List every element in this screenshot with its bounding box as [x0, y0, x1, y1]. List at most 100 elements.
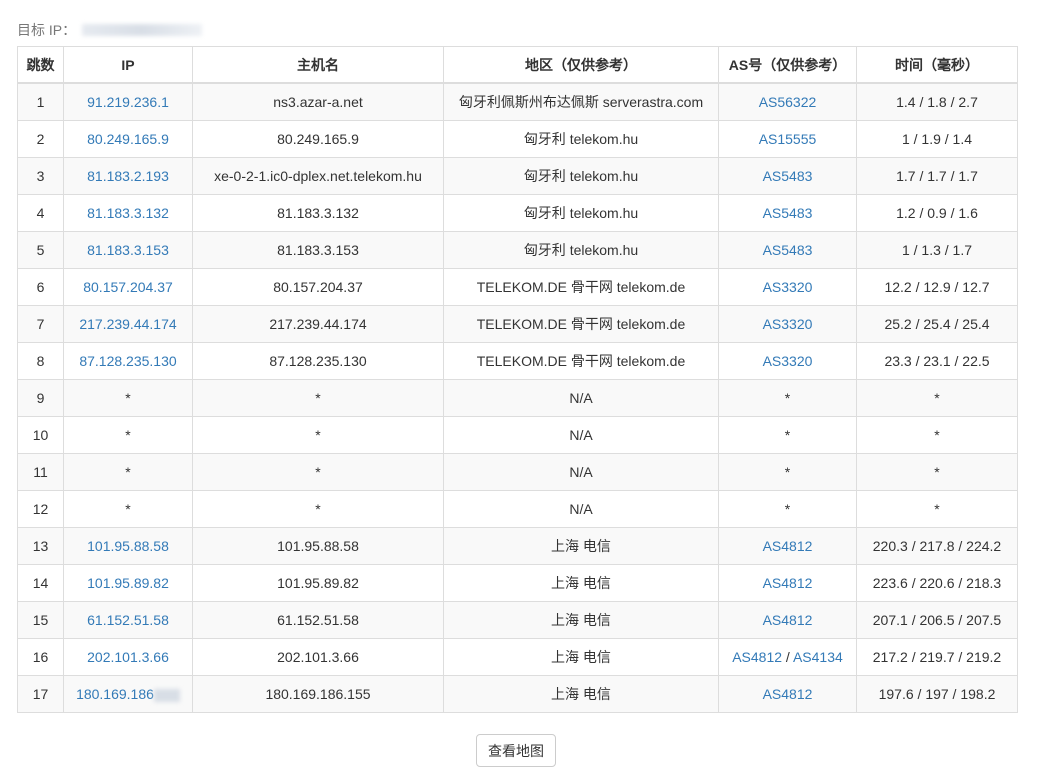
time-cell: *	[856, 490, 1018, 528]
ip-link[interactable]: 81.183.3.132	[87, 205, 169, 221]
latency: *	[934, 464, 940, 480]
hop-number: 7	[36, 316, 45, 332]
region: 上海 电信	[551, 575, 611, 591]
hop-number: 3	[36, 168, 45, 184]
time-cell: 207.1 / 206.5 / 207.5	[856, 601, 1018, 639]
table-row: 17 180.169.186 180.169.186.155 上海 电信 AS4812 1…	[17, 675, 1018, 713]
region: 匈牙利 telekom.hu	[523, 205, 639, 221]
latency: 207.1 / 206.5 / 207.5	[872, 612, 1002, 628]
hostname-cell: *	[192, 416, 444, 454]
ip-link[interactable]: 61.152.51.58	[87, 612, 169, 628]
ip-link[interactable]: 202.101.3.66	[87, 649, 169, 665]
latency: 12.2 / 12.9 / 12.7	[884, 279, 990, 295]
as-link[interactable]: AS5483	[763, 168, 813, 184]
as-link[interactable]: AS15555	[759, 131, 817, 147]
latency: 197.6 / 197 / 198.2	[878, 686, 996, 702]
ip-link[interactable]: 217.239.44.174	[79, 316, 176, 332]
hop-cell: 2	[17, 120, 64, 158]
hostname: *	[315, 501, 321, 517]
hop-cell: 4	[17, 194, 64, 232]
ip-link[interactable]: 91.219.236.1	[87, 94, 169, 110]
hostname-cell: *	[192, 453, 444, 491]
as-link[interactable]: AS3320	[763, 279, 813, 295]
ip-cell: *	[63, 379, 193, 417]
region: 上海 电信	[551, 686, 611, 702]
table-row: 1 91.219.236.1 ns3.azar-a.net 匈牙利佩斯州布达佩斯 se…	[17, 82, 1018, 121]
region-cell: 上海 电信	[443, 564, 719, 602]
time-cell: 1 / 1.3 / 1.7	[856, 231, 1018, 269]
as-cell: AS4812	[718, 601, 857, 639]
hop-cell: 17	[17, 675, 64, 713]
latency: 1.7 / 1.7 / 1.7	[896, 168, 978, 184]
hostname: ns3.azar-a.net	[273, 94, 363, 110]
as-link[interactable]: AS4812	[763, 686, 813, 702]
table-row: 11 * * N/A * *	[17, 453, 1018, 491]
latency: *	[934, 427, 940, 443]
as-cell: *	[718, 453, 857, 491]
header-hostname: 主机名	[192, 46, 444, 84]
hop-cell: 13	[17, 527, 64, 565]
hostname-cell: 81.183.3.153	[192, 231, 444, 269]
ip-link[interactable]: 101.95.89.82	[87, 575, 169, 591]
hostname-cell: 101.95.89.82	[192, 564, 444, 602]
hostname-cell: ns3.azar-a.net	[192, 82, 444, 121]
ip-link[interactable]: 81.183.2.193	[87, 168, 169, 184]
table-row: 6 80.157.204.37 80.157.204.37 TELEKOM.DE 骨干…	[17, 268, 1018, 306]
region-cell: N/A	[443, 453, 719, 491]
ip-cell: 80.157.204.37	[63, 268, 193, 306]
hop-number: 14	[32, 575, 49, 591]
as-link[interactable]: AS5483	[763, 205, 813, 221]
hop-number: 12	[32, 501, 49, 517]
ip-link[interactable]: 80.249.165.9	[87, 131, 169, 147]
hostname-cell: xe-0-2-1.ic0-dplex.net.telekom.hu	[192, 157, 444, 195]
region: 上海 电信	[551, 612, 611, 628]
region: 匈牙利佩斯州布达佩斯 serverastra.com	[458, 94, 704, 110]
as-link[interactable]: AS5483	[763, 242, 813, 258]
ip-link: *	[125, 427, 131, 443]
as-separator: /	[782, 649, 793, 665]
table-row: 13 101.95.88.58 101.95.88.58 上海 电信 AS4812 220…	[17, 527, 1018, 565]
as-link[interactable]: AS4812	[763, 575, 813, 591]
latency: 23.3 / 23.1 / 22.5	[884, 353, 990, 369]
as-cell: AS4812	[718, 675, 857, 713]
hop-cell: 10	[17, 416, 64, 454]
hop-cell: 8	[17, 342, 64, 380]
view-map-button[interactable]: 查看地图	[476, 734, 556, 767]
region-cell: 上海 电信	[443, 638, 719, 676]
hop-number: 15	[32, 612, 49, 628]
as-link[interactable]: AS56322	[759, 94, 817, 110]
region: TELEKOM.DE 骨干网 telekom.de	[476, 316, 686, 332]
time-cell: 197.6 / 197 / 198.2	[856, 675, 1018, 713]
region: N/A	[569, 464, 593, 480]
ip-cell: 87.128.235.130	[63, 342, 193, 380]
time-cell: 12.2 / 12.9 / 12.7	[856, 268, 1018, 306]
time-cell: 220.3 / 217.8 / 224.2	[856, 527, 1018, 565]
hop-number: 6	[36, 279, 45, 295]
ip-link[interactable]: 87.128.235.130	[79, 353, 176, 369]
ip-link[interactable]: 101.95.88.58	[87, 538, 169, 554]
as-link[interactable]: AS3320	[763, 353, 813, 369]
ip-cell: 81.183.2.193	[63, 157, 193, 195]
region: N/A	[569, 427, 593, 443]
as-link[interactable]: AS4812	[763, 538, 813, 554]
table-row: 5 81.183.3.153 81.183.3.153 匈牙利 telekom.hu A…	[17, 231, 1018, 269]
hostname-cell: 202.101.3.66	[192, 638, 444, 676]
hostname: 217.239.44.174	[269, 316, 367, 332]
ip-link[interactable]: 81.183.3.153	[87, 242, 169, 258]
ip-cell: 202.101.3.66	[63, 638, 193, 676]
as-link[interactable]: AS4812	[763, 612, 813, 628]
ip-link[interactable]: 180.169.186	[76, 686, 154, 702]
region: 匈牙利 telekom.hu	[523, 168, 639, 184]
as-link[interactable]: AS4812	[732, 649, 782, 665]
as-cell: AS5483	[718, 194, 857, 232]
as-link[interactable]: AS4134	[793, 649, 843, 665]
time-cell: 1 / 1.9 / 1.4	[856, 120, 1018, 158]
region-cell: 匈牙利 telekom.hu	[443, 194, 719, 232]
ip-link[interactable]: 80.157.204.37	[83, 279, 173, 295]
as-cell: *	[718, 416, 857, 454]
region-cell: N/A	[443, 379, 719, 417]
hop-number: 11	[33, 464, 48, 480]
hop-cell: 9	[17, 379, 64, 417]
hostname-cell: 80.157.204.37	[192, 268, 444, 306]
as-link[interactable]: AS3320	[763, 316, 813, 332]
